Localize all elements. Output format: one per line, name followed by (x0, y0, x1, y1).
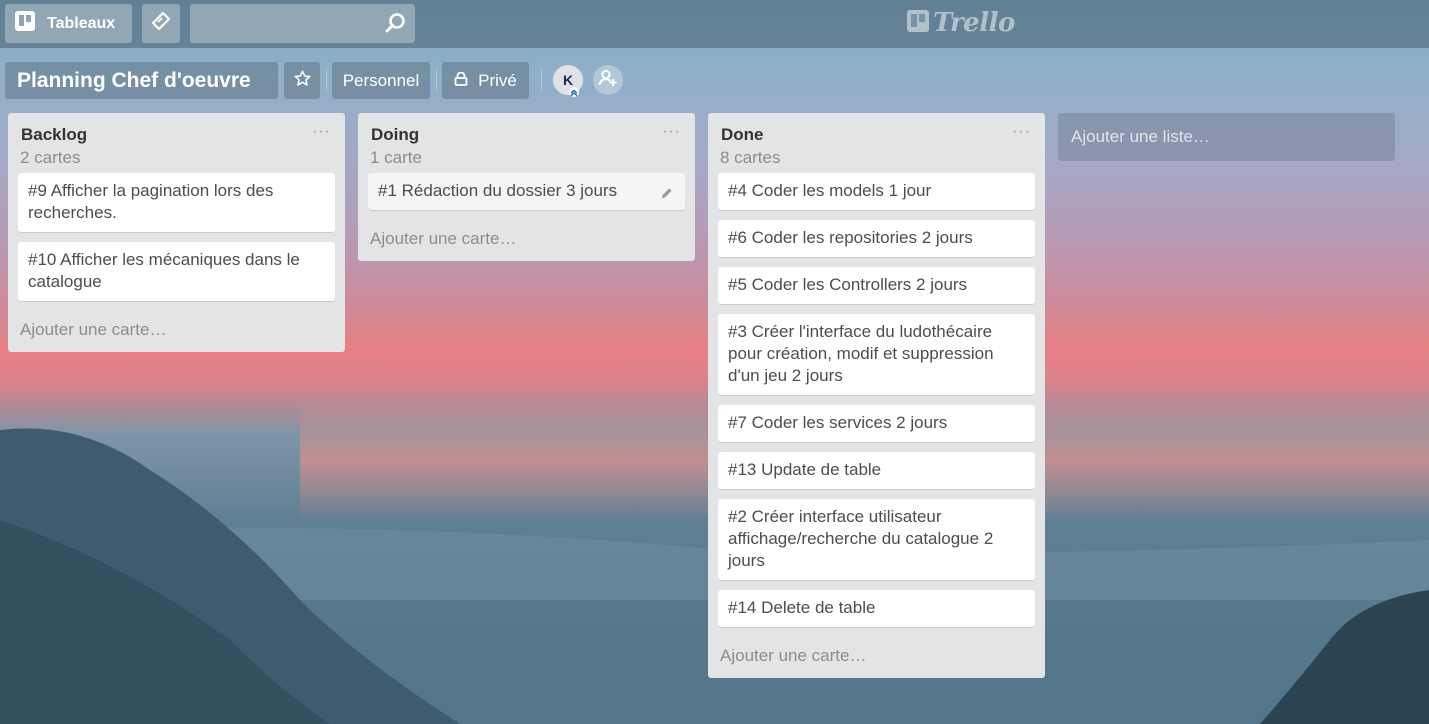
lock-icon (454, 71, 468, 91)
add-card-button[interactable]: Ajouter une carte… (358, 220, 695, 261)
boards-label: Tableaux (47, 14, 116, 32)
invite-member-button[interactable] (593, 65, 623, 95)
trello-logo[interactable]: Trello (907, 8, 1015, 38)
add-card-button[interactable]: Ajouter une carte… (8, 311, 345, 352)
visibility-button[interactable]: Privé (442, 62, 529, 99)
home-button[interactable] (142, 4, 180, 43)
list-done: Done 8 cartes ··· #4 Coder les models 1 … (708, 113, 1045, 678)
admin-chevron-icon (568, 84, 580, 102)
search-icon[interactable] (385, 12, 407, 39)
add-list-button[interactable]: Ajouter une liste… (1058, 113, 1395, 161)
card[interactable]: #3 Créer l'interface du ludothécaire pou… (718, 314, 1035, 395)
star-button[interactable] (284, 62, 320, 99)
top-header: Tableaux Trello (0, 0, 1429, 48)
search-input[interactable] (190, 4, 415, 43)
board-title[interactable]: Planning Chef d'oeuvre (5, 62, 278, 99)
logo-text: Trello (933, 8, 1015, 38)
card[interactable]: #10 Afficher les mécaniques dans le cata… (18, 242, 335, 301)
boards-icon (15, 11, 35, 36)
card[interactable]: #5 Coder les Controllers 2 jours (718, 267, 1035, 304)
list-header[interactable]: Backlog 2 cartes ··· (8, 113, 345, 173)
tag-icon (151, 11, 171, 36)
card-title: #1 Rédaction du dossier 3 jours (378, 181, 618, 200)
list-header[interactable]: Done 8 cartes ··· (708, 113, 1045, 173)
list-card-count: 2 cartes (20, 148, 81, 167)
pencil-icon[interactable] (660, 184, 673, 206)
list-title[interactable]: Backlog (21, 125, 87, 145)
header-divider (541, 69, 542, 91)
list-backlog: Backlog 2 cartes ··· #9 Afficher la pagi… (8, 113, 345, 352)
card[interactable]: #6 Coder les repositories 2 jours (718, 220, 1035, 257)
list-card-count: 1 carte (370, 148, 422, 167)
add-member-icon (598, 68, 618, 93)
header-divider (326, 69, 327, 91)
star-icon (293, 70, 311, 92)
card[interactable]: #4 Coder les models 1 jour (718, 173, 1035, 210)
team-button[interactable]: Personnel (332, 62, 430, 99)
list-doing: Doing 1 carte ··· #1 Rédaction du dossie… (358, 113, 695, 261)
list-menu-icon[interactable]: ··· (1012, 123, 1031, 141)
card[interactable]: #2 Créer interface utilisateur affichage… (718, 499, 1035, 580)
list-menu-icon[interactable]: ··· (662, 123, 681, 141)
card[interactable]: #7 Coder les services 2 jours (718, 405, 1035, 442)
header-divider (436, 69, 437, 91)
list-title[interactable]: Done (721, 125, 764, 145)
trello-logo-icon (907, 9, 929, 37)
add-card-button[interactable]: Ajouter une carte… (708, 637, 1045, 678)
card[interactable]: #1 Rédaction du dossier 3 jours (368, 173, 685, 210)
list-title[interactable]: Doing (371, 125, 419, 145)
list-menu-icon[interactable]: ··· (312, 123, 331, 141)
list-card-count: 8 cartes (720, 148, 781, 167)
boards-button[interactable]: Tableaux (5, 4, 132, 43)
card[interactable]: #13 Update de table (718, 452, 1035, 489)
list-header[interactable]: Doing 1 carte ··· (358, 113, 695, 173)
visibility-label: Privé (478, 70, 517, 90)
card[interactable]: #9 Afficher la pagination lors des reche… (18, 173, 335, 232)
card[interactable]: #14 Delete de table (718, 590, 1035, 627)
